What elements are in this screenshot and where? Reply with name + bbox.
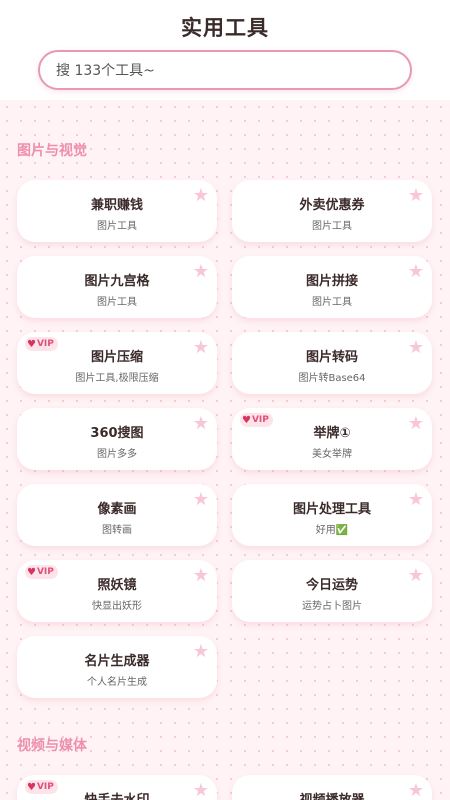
tool-name: 举牌① xyxy=(313,426,351,441)
tool-desc: 图片多多 xyxy=(97,449,137,460)
tool-desc: 图片工具 xyxy=(312,297,352,308)
tool-card[interactable]: 图片转码图片转Base64 ★ xyxy=(232,332,432,394)
tool-desc: 图转画 xyxy=(102,525,132,536)
tool-name: 今日运势 xyxy=(305,578,358,593)
tool-name: 像素画 xyxy=(97,502,137,517)
tool-card[interactable]: 兼职赚钱图片工具 ★ xyxy=(17,180,217,242)
tool-desc: 图片工具 xyxy=(97,297,137,308)
tool-desc: 好用✅ xyxy=(315,525,349,536)
tool-desc: 快显出妖形 xyxy=(92,601,142,612)
tool-name: 图片压缩 xyxy=(90,350,143,365)
star-icon[interactable]: ★ xyxy=(193,185,209,206)
star-icon[interactable]: ★ xyxy=(193,565,209,586)
tool-card[interactable]: ♥ VIP 举牌① 美女举牌 ★ xyxy=(232,408,432,470)
header: 实用工具 搜 133个工具~ xyxy=(0,0,450,110)
tool-list[interactable]: 图片与视觉 兼职赚钱 图片工具 ★ 外卖优惠券 图片工具 ★ 图片九宫格 图片工具 ★ 图片拼接图… xyxy=(0,100,450,800)
tool-desc: 图片转Base64 xyxy=(298,373,366,384)
tool-name: 图片转码 xyxy=(305,350,358,365)
tool-card[interactable]: ♥VIP快手去水印★ xyxy=(17,775,217,800)
tool-desc: 美女举牌 xyxy=(312,449,352,460)
tool-name: 视频播放器 xyxy=(232,789,432,800)
section-title: 图片与视觉 xyxy=(17,143,87,159)
star-icon[interactable]: ★ xyxy=(408,489,424,510)
tool-card[interactable]: 图片九宫格图片工具 ★ xyxy=(17,256,217,318)
tool-card[interactable]: 名片生成器个人名片生成 ★ xyxy=(17,636,217,698)
tool-desc: 图片工具,极限压缩 xyxy=(75,373,159,384)
tool-desc: 图片工具 xyxy=(97,221,137,232)
tool-name: 图片拼接 xyxy=(305,274,358,289)
tool-name: 图片处理工具 xyxy=(292,502,371,517)
tool-desc: 图片工具 xyxy=(312,221,352,232)
star-icon[interactable]: ★ xyxy=(408,565,424,586)
star-icon[interactable]: ★ xyxy=(408,261,424,282)
tool-name: 快手去水印 xyxy=(17,789,217,800)
star-icon[interactable]: ★ xyxy=(193,337,209,358)
tool-name: 名片生成器 xyxy=(84,654,150,669)
star-icon[interactable]: ★ xyxy=(193,780,209,800)
search-placeholder: 搜 133个工具~ xyxy=(56,63,155,79)
tool-name: 360搜图 xyxy=(90,426,144,441)
tool-card[interactable]: 图片拼接图片工具 ★ xyxy=(232,256,432,318)
star-icon[interactable]: ★ xyxy=(193,261,209,282)
search-input[interactable]: 搜 133个工具~ xyxy=(38,50,412,90)
tool-desc: 运势占卜图片 xyxy=(302,601,362,612)
tool-card[interactable]: 像素画图转画 ★ xyxy=(17,484,217,546)
star-icon[interactable]: ★ xyxy=(193,489,209,510)
tool-name: 外卖优惠券 xyxy=(299,198,365,213)
page-title: 实用工具 xyxy=(181,16,269,40)
tool-card[interactable]: 视频播放器★ xyxy=(232,775,432,800)
tool-card[interactable]: ♥ VIP 图片压缩 图片工具,极限压缩 ★ xyxy=(17,332,217,394)
section-title: 视频与媒体 xyxy=(17,738,87,754)
tool-card[interactable]: 外卖优惠券图片工具 ★ xyxy=(232,180,432,242)
tool-name: 兼职赚钱 xyxy=(90,198,143,213)
star-icon[interactable]: ★ xyxy=(193,413,209,434)
tool-name: 照妖镜 xyxy=(97,578,137,593)
tool-card[interactable]: 今日运势运势占卜图片 ★ xyxy=(232,560,432,622)
tool-card[interactable]: 图片处理工具好用✅ ★ xyxy=(232,484,432,546)
star-icon[interactable]: ★ xyxy=(408,185,424,206)
tool-name: 图片九宫格 xyxy=(84,274,150,289)
tool-card[interactable]: ♥ VIP 照妖镜 快显出妖形 ★ xyxy=(17,560,217,622)
tool-card[interactable]: 360搜图图片多多 ★ xyxy=(17,408,217,470)
star-icon[interactable]: ★ xyxy=(408,413,424,434)
star-icon[interactable]: ★ xyxy=(193,641,209,662)
tool-desc: 个人名片生成 xyxy=(87,677,147,688)
star-icon[interactable]: ★ xyxy=(408,780,424,800)
star-icon[interactable]: ★ xyxy=(408,337,424,358)
